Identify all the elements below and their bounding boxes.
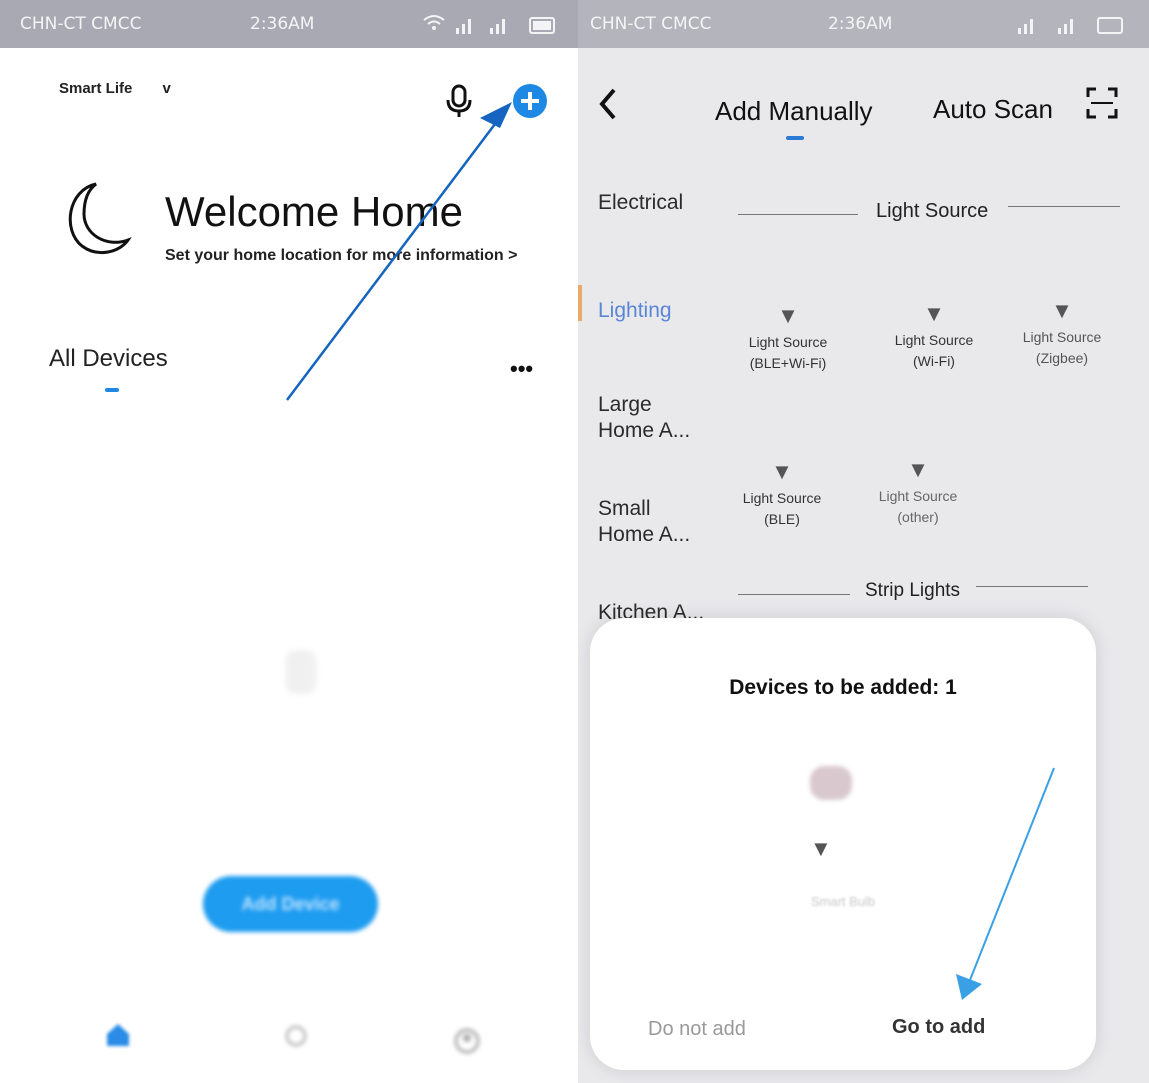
device-light-source-other[interactable]: ▼ Light Source (other) xyxy=(848,459,988,528)
tab-auto-scan[interactable]: Auto Scan xyxy=(933,94,1053,125)
add-device-screen: CHN-CT CMCC 2:36AM Add Manually Auto Sca… xyxy=(578,0,1149,1083)
device-label: Light Source xyxy=(742,490,822,506)
me-icon[interactable] xyxy=(452,1026,482,1061)
annotation-arrow xyxy=(286,102,512,401)
category-lighting[interactable]: Lighting xyxy=(598,298,672,324)
device-label: Light Source xyxy=(894,332,974,348)
device-protocol: (Zigbee) xyxy=(1035,350,1089,366)
device-light-source-zigbee[interactable]: ▼ Light Source (Zigbee) xyxy=(992,300,1132,369)
device-label: Light Source xyxy=(1022,329,1102,345)
clock-label: 2:36AM xyxy=(828,14,893,34)
tab-add-manually[interactable]: Add Manually xyxy=(715,96,873,127)
section-strip-lights: Strip Lights xyxy=(865,580,961,601)
device-label: Light Source xyxy=(748,334,828,350)
device-light-source-wifi[interactable]: ▼ Light Source (Wi-Fi) xyxy=(864,303,1004,372)
status-bar: CHN-CT CMCC 2:36AM xyxy=(578,0,1149,48)
device-protocol: (BLE) xyxy=(764,511,800,527)
bulb-icon: ▼ xyxy=(923,301,945,326)
device-protocol: (Wi-Fi) xyxy=(913,353,955,369)
carrier-label: CHN-CT CMCC xyxy=(590,14,712,34)
device-protocol: (other) xyxy=(897,509,939,525)
device-light-source-ble[interactable]: ▼ Light Source (BLE) xyxy=(712,461,852,530)
tab-indicator xyxy=(786,136,804,140)
divider-line xyxy=(1008,206,1120,207)
selected-category-marker xyxy=(578,285,582,321)
category-electrical[interactable]: Electrical xyxy=(598,190,683,216)
device-label: Light Source xyxy=(878,488,958,504)
scan-qr-icon[interactable] xyxy=(1085,86,1119,125)
bulb-icon: ▼ xyxy=(907,457,929,482)
annotation-arrow xyxy=(956,767,1055,1000)
category-large-home-appliances[interactable]: Large Home A... xyxy=(598,392,708,444)
section-light-source: Light Source xyxy=(876,200,989,222)
bulb-icon: ▼ xyxy=(771,459,793,484)
home-screen: CHN-CT CMCC 2:36AM Smart Life v Welcome … xyxy=(0,0,578,1083)
divider-line xyxy=(738,214,858,215)
bulb-icon: ▼ xyxy=(777,303,799,328)
scene-icon[interactable] xyxy=(282,1022,310,1055)
devices-to-add-dialog: Devices to be added: 1 ▼ Smart Bulb Do n… xyxy=(590,618,1096,1070)
home-icon[interactable] xyxy=(104,1020,132,1053)
signal-icon xyxy=(1018,17,1123,34)
back-chevron-icon[interactable] xyxy=(596,86,620,127)
bulb-icon: ▼ xyxy=(1051,298,1073,323)
category-small-home-appliances[interactable]: Small Home A... xyxy=(598,496,708,548)
status-icons xyxy=(998,14,1138,41)
device-light-source-ble-wifi[interactable]: ▼ Light Source (BLE+Wi-Fi) xyxy=(718,305,858,374)
device-protocol: (BLE+Wi-Fi) xyxy=(749,355,827,371)
divider-line xyxy=(976,586,1088,587)
divider-line xyxy=(738,594,850,595)
